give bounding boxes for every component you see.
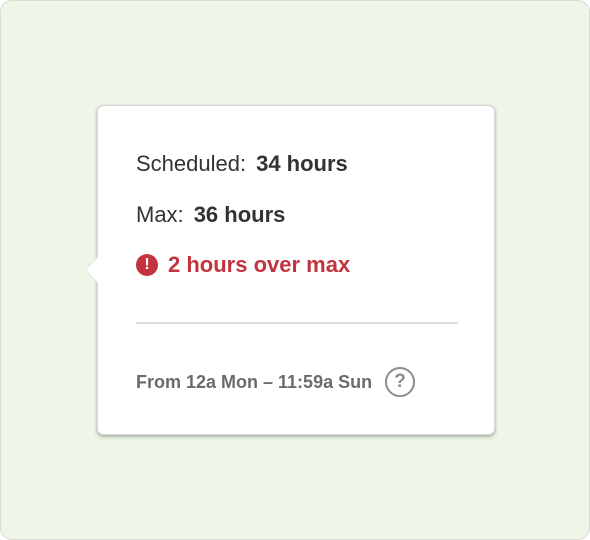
divider xyxy=(136,322,458,324)
overage-warning: ! 2 hours over max xyxy=(136,252,350,278)
max-label: Max: xyxy=(136,202,184,227)
warning-text: 2 hours over max xyxy=(168,252,351,277)
exclamation-circle-icon: ! xyxy=(136,254,158,276)
hours-tooltip: Scheduled: 34 hours Max: 36 hours ! 2 hour… xyxy=(86,105,495,435)
scheduled-row: Scheduled: 34 hours xyxy=(136,151,348,177)
date-range-text: From 12a Mon – 11:59a Sun xyxy=(136,371,373,392)
scheduled-label: Scheduled: xyxy=(136,151,247,176)
max-row: Max: 36 hours xyxy=(136,202,285,228)
tooltip-pointer xyxy=(86,257,98,283)
question-circle-icon[interactable]: ? xyxy=(385,367,416,397)
date-range-footer: From 12a Mon – 11:59a Sun ? xyxy=(136,367,416,397)
max-value: 36 hours xyxy=(193,202,286,227)
scheduled-value: 34 hours xyxy=(256,151,348,176)
background-panel: Scheduled: 34 hours Max: 36 hours ! 2 hour… xyxy=(0,0,590,540)
